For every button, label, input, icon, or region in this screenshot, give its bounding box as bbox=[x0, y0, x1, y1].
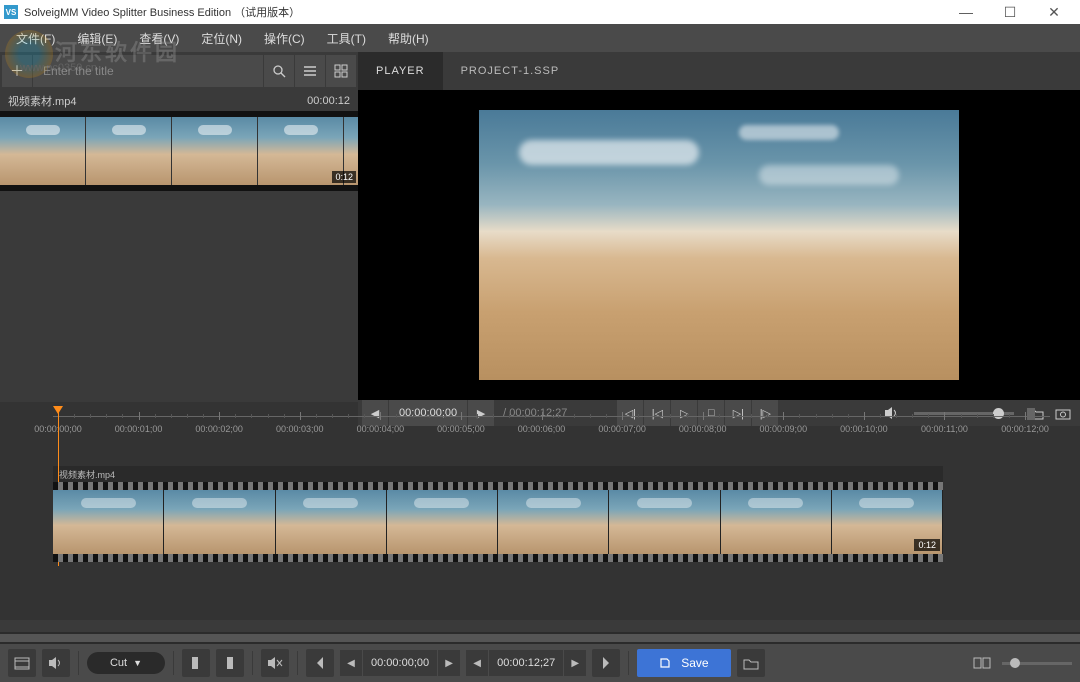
tick-label: 00:00:05;00 bbox=[437, 424, 485, 434]
start-time-prev[interactable]: ◀ bbox=[340, 650, 362, 676]
track-badge: 0:12 bbox=[914, 539, 940, 551]
tab-player[interactable]: PLAYER bbox=[358, 52, 443, 90]
audio-toggle-button[interactable] bbox=[42, 649, 70, 677]
flag-right-icon bbox=[602, 656, 610, 670]
track-label: 视频素材.mp4 bbox=[53, 466, 943, 482]
menu-edit[interactable]: 编辑(E) bbox=[67, 26, 127, 51]
tick-label: 00:00:12;00 bbox=[1001, 424, 1049, 434]
tick-label: 00:00:09;00 bbox=[760, 424, 808, 434]
chevron-down-icon: ▼ bbox=[133, 658, 142, 668]
end-marker[interactable] bbox=[1027, 408, 1035, 420]
search-icon bbox=[272, 64, 286, 78]
clip-badge: 0:12 bbox=[332, 171, 356, 183]
search-button[interactable] bbox=[264, 55, 294, 87]
maximize-button[interactable]: ☐ bbox=[988, 0, 1032, 24]
app-icon: VS bbox=[4, 5, 18, 19]
tick-label: 00:00:03;00 bbox=[276, 424, 324, 434]
player-tabs: PLAYER PROJECT-1.SSP bbox=[358, 52, 1080, 90]
add-media-button[interactable]: ＋ bbox=[2, 55, 32, 87]
clip-item[interactable]: 视频素材.mp4 00:00:12 0:12 bbox=[0, 91, 358, 191]
save-button[interactable]: Save bbox=[637, 649, 730, 677]
clip-name: 视频素材.mp4 bbox=[8, 93, 76, 109]
grid-icon bbox=[334, 64, 348, 78]
clip-header: 视频素材.mp4 00:00:12 bbox=[0, 91, 358, 111]
tick-label: 00:00:11;00 bbox=[921, 424, 968, 434]
end-time-next[interactable]: ▶ bbox=[564, 650, 586, 676]
tick-label: 00:00:07;00 bbox=[598, 424, 646, 434]
filmstrip-icon bbox=[14, 657, 30, 670]
cut-mode-dropdown[interactable]: Cut ▼ bbox=[87, 652, 165, 674]
save-label: Save bbox=[681, 656, 708, 670]
menu-navigate[interactable]: 定位(N) bbox=[191, 26, 252, 51]
tick-label: 00:00:01;00 bbox=[115, 424, 163, 434]
menu-control[interactable]: 操作(C) bbox=[254, 26, 315, 51]
next-marker-button[interactable] bbox=[592, 649, 620, 677]
timeline-area: 00:00:00;0000:00:01;0000:00:02;0000:00:0… bbox=[0, 402, 1080, 620]
storyboard-button[interactable] bbox=[8, 649, 36, 677]
tab-project[interactable]: PROJECT-1.SSP bbox=[443, 52, 578, 90]
timeline-track[interactable]: 视频素材.mp4 0:12 bbox=[53, 466, 943, 562]
menu-tools[interactable]: 工具(T) bbox=[317, 26, 376, 51]
tick-label: 00:00:10;00 bbox=[840, 424, 888, 434]
mute-segment-button[interactable] bbox=[261, 649, 289, 677]
list-icon bbox=[303, 65, 317, 77]
start-time-next[interactable]: ▶ bbox=[438, 650, 460, 676]
cut-mode-label: Cut bbox=[110, 657, 127, 669]
menu-file[interactable]: 文件(F) bbox=[6, 26, 65, 51]
menu-view[interactable]: 查看(V) bbox=[129, 26, 189, 51]
tick-label: 00:00:06;00 bbox=[518, 424, 566, 434]
timeline-scrollbar[interactable] bbox=[0, 632, 1080, 644]
tick-label: 00:00:02;00 bbox=[195, 424, 243, 434]
end-time-prev[interactable]: ◀ bbox=[466, 650, 488, 676]
menu-help[interactable]: 帮助(H) bbox=[378, 26, 439, 51]
menubar: 文件(F) 编辑(E) 查看(V) 定位(N) 操作(C) 工具(T) 帮助(H… bbox=[0, 24, 1080, 52]
close-button[interactable]: ✕ bbox=[1032, 0, 1076, 24]
prev-marker-button[interactable] bbox=[306, 649, 334, 677]
clip-duration: 00:00:12 bbox=[307, 95, 350, 107]
start-time-display[interactable]: 00:00:00;00 bbox=[363, 650, 437, 676]
video-preview bbox=[479, 110, 959, 380]
track-filmstrip[interactable]: 0:12 bbox=[53, 482, 943, 562]
start-time-group: ◀ 00:00:00;00 ▶ bbox=[340, 650, 460, 676]
marker-in-icon bbox=[191, 656, 201, 670]
list-view-button[interactable] bbox=[295, 55, 325, 87]
player-viewport[interactable] bbox=[358, 90, 1080, 400]
tick-label: 00:00:04;00 bbox=[357, 424, 405, 434]
set-start-marker-button[interactable] bbox=[182, 649, 210, 677]
player-panel: PLAYER PROJECT-1.SSP ◀ 00:00:00;00 ▶ / 0… bbox=[358, 52, 1080, 402]
timeline-ruler[interactable]: 00:00:00;0000:00:01;0000:00:02;0000:00:0… bbox=[53, 412, 1050, 438]
marker-out-icon bbox=[225, 656, 235, 670]
end-time-group: ◀ 00:00:12;27 ▶ bbox=[466, 650, 586, 676]
zoom-fit-icon bbox=[973, 657, 991, 669]
grid-view-button[interactable] bbox=[326, 55, 356, 87]
minimize-button[interactable]: ― bbox=[944, 0, 988, 24]
save-icon bbox=[659, 657, 671, 669]
title-input[interactable] bbox=[33, 55, 263, 87]
speaker-icon bbox=[48, 656, 64, 670]
end-time-display[interactable]: 00:00:12;27 bbox=[489, 650, 563, 676]
mute-icon bbox=[267, 656, 283, 670]
output-folder-button[interactable] bbox=[737, 649, 765, 677]
tick-label: 00:00:08;00 bbox=[679, 424, 727, 434]
media-toolbar: ＋ bbox=[0, 52, 358, 90]
window-title: SolveigMM Video Splitter Business Editio… bbox=[24, 4, 300, 20]
zoom-fit-button[interactable] bbox=[968, 649, 996, 677]
folder-icon bbox=[743, 657, 759, 670]
bottom-toolbar: Cut ▼ ◀ 00:00:00;00 ▶ ◀ 00:00:12;27 ▶ Sa… bbox=[0, 644, 1080, 682]
set-end-marker-button[interactable] bbox=[216, 649, 244, 677]
media-panel: ＋ 视频素材.mp4 00:00:12 0:12 bbox=[0, 52, 358, 402]
zoom-slider[interactable] bbox=[1002, 662, 1072, 665]
flag-left-icon bbox=[316, 656, 324, 670]
clip-filmstrip[interactable]: 0:12 bbox=[0, 111, 358, 191]
titlebar: VS SolveigMM Video Splitter Business Edi… bbox=[0, 0, 1080, 24]
